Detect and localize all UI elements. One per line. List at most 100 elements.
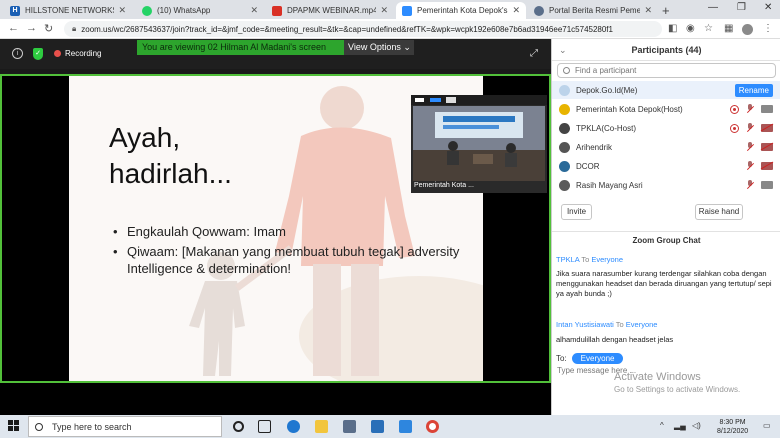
participant-row[interactable]: DCOR: [552, 157, 780, 175]
browser-toolbar: ← → ↻ 🔒︎ zoom.us/wc/2687543637/join?trac…: [0, 19, 780, 39]
chat-header: Zoom Group Chat: [552, 231, 780, 249]
participant-name: DCOR: [576, 161, 600, 171]
muted-mic-icon: [746, 161, 755, 171]
store-icon[interactable]: [343, 420, 356, 433]
browser-menu-icon[interactable]: ⋮: [763, 23, 773, 34]
taskbar-search-box[interactable]: Type here to search: [28, 416, 222, 437]
minimize-thumbnail-icon[interactable]: [415, 98, 424, 102]
close-tab-icon[interactable]: ✕: [512, 5, 520, 16]
to-word: To: [581, 255, 590, 264]
file-explorer-icon[interactable]: [315, 420, 328, 433]
recipient-name: Everyone: [625, 320, 658, 329]
extension-icon[interactable]: ◧: [668, 23, 677, 34]
recording-status-icon: [730, 123, 739, 133]
forward-icon[interactable]: →: [26, 22, 37, 34]
chat-message-sender: TPKLA To Everyone: [556, 255, 623, 264]
muted-mic-icon: [746, 142, 755, 152]
slide-title-line: hadirlah...: [109, 158, 232, 189]
participant-row[interactable]: Pemerintah Kota Depok(Host): [552, 100, 780, 118]
participant-row[interactable]: Rasih Mayang Asri: [552, 176, 780, 194]
recording-status-icon: [730, 104, 739, 114]
participant-search-input[interactable]: [575, 66, 765, 75]
extension-icon[interactable]: ▦: [724, 23, 733, 34]
watermark-title: Activate Windows: [614, 371, 701, 383]
avatar: [559, 122, 570, 134]
windows-start-icon[interactable]: [8, 420, 20, 432]
gallery-view-icon[interactable]: [446, 97, 456, 103]
avatar: [559, 84, 570, 96]
invite-button[interactable]: Invite: [561, 204, 592, 220]
lock-icon: 🔒︎: [72, 24, 77, 33]
muted-mic-icon: [746, 180, 755, 190]
tab-title: HILLSTONE NETWORKS: [25, 6, 115, 15]
profile-avatar[interactable]: [742, 24, 753, 35]
fullscreen-icon[interactable]: ⤢: [530, 48, 538, 59]
back-icon[interactable]: ←: [8, 22, 19, 34]
recipient-dropdown[interactable]: Everyone: [571, 353, 624, 364]
browser-tab-whatsapp[interactable]: (10) WhatsApp ✕: [136, 2, 264, 19]
volume-icon[interactable]: ◁): [692, 421, 701, 430]
rename-button[interactable]: Rename: [734, 83, 773, 97]
avatar: [559, 160, 570, 172]
participant-name: Arihendrik: [576, 142, 613, 152]
security-shield-icon[interactable]: ✓: [33, 48, 43, 60]
browser-tab-portal-berita[interactable]: Portal Berita Resmi Pemerintah ✕: [528, 2, 658, 19]
participant-row[interactable]: Arihendrik: [552, 138, 780, 156]
browser-tab-gdrive-video[interactable]: DPAPMK WEBINAR.mp4 - Goo ✕: [266, 2, 394, 19]
maximize-icon[interactable]: ❐: [737, 2, 746, 13]
speaker-view-icon[interactable]: [430, 98, 441, 102]
edge-browser-icon[interactable]: [287, 420, 300, 433]
network-icon[interactable]: ▂▄: [674, 421, 686, 430]
new-tab-button[interactable]: +: [662, 3, 670, 18]
participant-row[interactable]: Depok.Go.Id(Me) Rename: [552, 81, 780, 99]
browser-tab-hillstone[interactable]: H HILLSTONE NETWORKS ✕: [4, 2, 132, 19]
close-tab-icon[interactable]: ✕: [380, 5, 388, 16]
raise-hand-button[interactable]: Raise hand: [695, 204, 743, 220]
viewing-screen-banner: You are viewing 02 Hilman Al Madani's sc…: [137, 40, 344, 55]
mail-icon[interactable]: [371, 420, 384, 433]
participant-row[interactable]: TPKLA(Co-Host): [552, 119, 780, 137]
search-icon: [563, 67, 570, 74]
collapse-chevron-icon[interactable]: ⌄: [559, 39, 567, 61]
clock-date: 8/12/2020: [717, 428, 749, 435]
hillstone-favicon-icon: H: [10, 5, 20, 16]
close-tab-icon[interactable]: ✕: [644, 5, 652, 16]
muted-mic-icon: [746, 104, 755, 114]
notifications-icon[interactable]: ▭: [763, 421, 771, 430]
close-tab-icon[interactable]: ✕: [118, 5, 126, 16]
avatar: [559, 141, 570, 153]
video-off-icon: [761, 143, 773, 151]
extension-icon[interactable]: ◉: [686, 23, 695, 34]
minimize-icon[interactable]: —: [708, 2, 718, 13]
search-icon: [35, 422, 43, 431]
app-icon[interactable]: [399, 420, 412, 433]
task-view-icon[interactable]: [258, 420, 271, 433]
address-bar[interactable]: 🔒︎ zoom.us/wc/2687543637/join?track_id=&…: [64, 21, 662, 37]
recording-indicator: Recording: [54, 49, 101, 58]
taskbar-search-placeholder: Type here to search: [52, 421, 132, 432]
tab-title: DPAPMK WEBINAR.mp4 - Goo: [287, 6, 377, 15]
close-window-icon[interactable]: ✕: [764, 2, 772, 13]
shared-screen: Ayah, hadirlah... Engkaulah Qowwam: Imam…: [0, 74, 551, 383]
clock-time: 8:30 PM: [719, 419, 746, 426]
zoom-top-bar: i ✓ Recording You are viewing 02 Hilman …: [0, 39, 551, 69]
meeting-info-icon[interactable]: i: [12, 48, 23, 59]
close-tab-icon[interactable]: ✕: [250, 5, 258, 16]
browser-tab-zoom[interactable]: Pemerintah Kota Depok's Pers ✕: [396, 2, 526, 19]
participant-name: TPKLA(Co-Host): [576, 123, 637, 133]
active-speaker-thumbnail[interactable]: Pemerintah Kota ...: [411, 95, 547, 193]
sender-name: TPKLA: [556, 255, 580, 264]
taskbar-clock[interactable]: 8:30 PM 8/12/2020: [717, 418, 748, 436]
chrome-icon[interactable]: [426, 420, 439, 433]
bookmark-star-icon[interactable]: ☆: [704, 23, 713, 34]
browser-tab-bar: H HILLSTONE NETWORKS ✕ (10) WhatsApp ✕ D…: [0, 0, 780, 19]
slide-title-line: Ayah,: [109, 122, 181, 153]
tray-up-arrow-icon[interactable]: ^: [660, 421, 664, 430]
view-options-button[interactable]: View Options ⌄: [344, 40, 414, 55]
zoom-favicon-icon: [402, 5, 412, 16]
slide-title: Ayah, hadirlah...: [109, 120, 232, 192]
participants-header: ⌄ Participants (44): [552, 39, 780, 61]
reload-icon[interactable]: ↻: [44, 22, 53, 35]
cortana-icon[interactable]: [233, 421, 244, 432]
participant-search[interactable]: [557, 63, 776, 78]
